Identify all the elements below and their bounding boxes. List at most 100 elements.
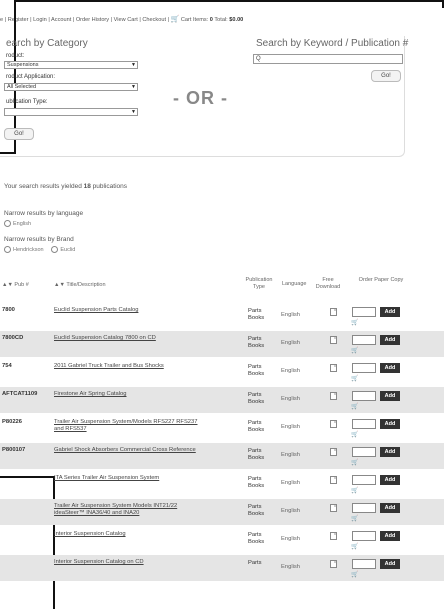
title-link[interactable]: ITA Series Trailer Air Suspension System: [54, 475, 239, 482]
keyword-search-input[interactable]: Q: [253, 54, 403, 64]
table-row: 7800CD Euclid Suspension Catalog 7800 on …: [0, 331, 444, 357]
add-button[interactable]: Add: [380, 531, 400, 541]
pdf-download-icon[interactable]: [330, 308, 337, 316]
pdf-download-icon[interactable]: [330, 560, 337, 568]
pdf-download-icon[interactable]: [330, 532, 337, 540]
quantity-input[interactable]: [352, 363, 376, 373]
pub-type: Parts Books: [248, 476, 265, 489]
language: English: [281, 312, 301, 318]
pdf-download-icon[interactable]: [330, 448, 337, 456]
table-row: 7800 Euclid Suspension Parts Catalog Parts…: [0, 303, 444, 329]
pub-type: Parts: [248, 560, 262, 566]
application-select[interactable]: All Selected ▼: [4, 83, 138, 91]
category-go-button[interactable]: Go!: [4, 128, 34, 140]
keyword-go-button[interactable]: Go!: [371, 70, 401, 82]
product-select[interactable]: Suspensions ▼: [4, 61, 138, 69]
add-button[interactable]: Add: [380, 307, 400, 317]
pdf-download-icon[interactable]: [330, 476, 337, 484]
pub-number: P800107: [2, 447, 26, 453]
title-line-1: ITA Series Trailer Air Suspension System: [54, 475, 160, 481]
results-summary: Your search results yielded 18 publicati…: [4, 183, 127, 190]
language-options: English: [4, 220, 37, 227]
add-button[interactable]: Add: [380, 391, 400, 401]
header-pub[interactable]: ▲▼ Pub #: [2, 282, 29, 289]
chevron-down-icon: ▼: [131, 84, 136, 90]
table-row: 754 2011 Gabriel Truck Trailer and Bus Sh…: [0, 359, 444, 385]
add-button[interactable]: Add: [380, 447, 400, 457]
pub-number: AFTCAT1109: [2, 391, 38, 397]
pub-number: P80226: [2, 419, 22, 425]
add-button[interactable]: Add: [380, 503, 400, 513]
quantity-input[interactable]: [352, 307, 376, 317]
quantity-input[interactable]: [352, 559, 376, 569]
quantity-input[interactable]: [352, 391, 376, 401]
nav-link-checkout[interactable]: Checkout: [142, 17, 166, 23]
table-row: ITA Series Trailer Air Suspension System…: [0, 471, 444, 497]
cart-icon: 🛒: [351, 348, 359, 354]
quantity-input[interactable]: [352, 475, 376, 485]
quantity-input[interactable]: [352, 335, 376, 345]
table-row: Interior Suspension Catalog Parts Books En…: [0, 527, 444, 553]
title-link[interactable]: Firestone Air Spring Catalog: [54, 391, 239, 398]
cart-icon: 🛒: [351, 404, 359, 410]
nav-link-view-cart[interactable]: View Cart: [114, 17, 138, 23]
title-link[interactable]: Interior Suspension Catalog on CD: [54, 559, 239, 566]
nav-link-login[interactable]: Login: [33, 17, 47, 23]
header-order: Order Paper Copy: [358, 277, 404, 283]
cart-icon[interactable]: 🛒: [171, 16, 180, 23]
quantity-input[interactable]: [352, 447, 376, 457]
pdf-download-icon[interactable]: [330, 420, 337, 428]
title-link[interactable]: Trailer Air Suspension System/Models RFS…: [54, 419, 239, 433]
title-line-1: Euclid Suspension Parts Catalog: [54, 307, 139, 313]
category-title: earch by Category: [6, 38, 88, 49]
pub-type: Parts Books: [248, 308, 265, 321]
nav-link-order-history[interactable]: Order History: [76, 17, 109, 23]
title-link[interactable]: Euclid Suspension Parts Catalog: [54, 307, 239, 314]
pubtype-select[interactable]: ▼: [4, 108, 138, 116]
add-button[interactable]: Add: [380, 419, 400, 429]
radio-hendrickson[interactable]: [4, 246, 11, 253]
radio-english[interactable]: [4, 220, 11, 227]
title-link[interactable]: Euclid Suspension Catalog 7800 on CD: [54, 335, 239, 342]
language: English: [281, 564, 301, 570]
pdf-download-icon[interactable]: [330, 364, 337, 372]
cart-icon: 🛒: [351, 376, 359, 382]
language: English: [281, 536, 301, 542]
pdf-download-icon[interactable]: [330, 504, 337, 512]
cart-icon: 🛒: [351, 488, 359, 494]
title-link[interactable]: Trailer Air Suspension System Models INT…: [54, 503, 239, 517]
narrow-language-label: Narrow results by language: [4, 210, 84, 217]
pub-type: Parts Books: [248, 364, 265, 377]
table-row: P800107 Gabriel Shock Absorbers Commercia…: [0, 443, 444, 469]
title-line-1: Euclid Suspension Catalog 7800 on CD: [54, 335, 156, 341]
title-link[interactable]: Interior Suspension Catalog: [54, 531, 239, 538]
cart-items-count: 0: [209, 17, 213, 23]
title-line-2: ideaSteer™ INA36/40 and INA20: [54, 510, 140, 516]
pdf-download-icon[interactable]: [330, 336, 337, 344]
quantity-input[interactable]: [352, 503, 376, 513]
nav-link-account[interactable]: Account: [51, 17, 71, 23]
quantity-input[interactable]: [352, 419, 376, 429]
add-button[interactable]: Add: [380, 335, 400, 345]
product-label: roduct:: [6, 53, 25, 59]
application-select-value: All Selected: [7, 84, 37, 90]
add-button[interactable]: Add: [380, 559, 400, 569]
nav-link-home[interactable]: e: [0, 17, 3, 23]
add-button[interactable]: Add: [380, 363, 400, 373]
add-button[interactable]: Add: [380, 475, 400, 485]
title-line-1: Interior Suspension Catalog on CD: [54, 559, 144, 565]
nav-link-register[interactable]: Register: [8, 17, 29, 23]
title-line-1: Gabriel Shock Absorbers Commercial Cross…: [54, 447, 196, 453]
radio-euclid[interactable]: [51, 246, 59, 253]
quantity-input[interactable]: [352, 531, 376, 541]
header-language: Language: [282, 281, 307, 287]
header-title[interactable]: ▲▼ Title/Description: [54, 282, 106, 289]
pub-number: 754: [2, 363, 12, 369]
title-link[interactable]: 2011 Gabriel Truck Trailer and Bus Shock…: [54, 363, 239, 370]
results-count: 18: [83, 183, 91, 190]
title-link[interactable]: Gabriel Shock Absorbers Commercial Cross…: [54, 447, 239, 454]
pdf-download-icon[interactable]: [330, 392, 337, 400]
cart-icon: 🛒: [351, 544, 359, 550]
or-divider: - OR -: [173, 88, 228, 108]
pub-number: 7800CD: [2, 335, 24, 341]
